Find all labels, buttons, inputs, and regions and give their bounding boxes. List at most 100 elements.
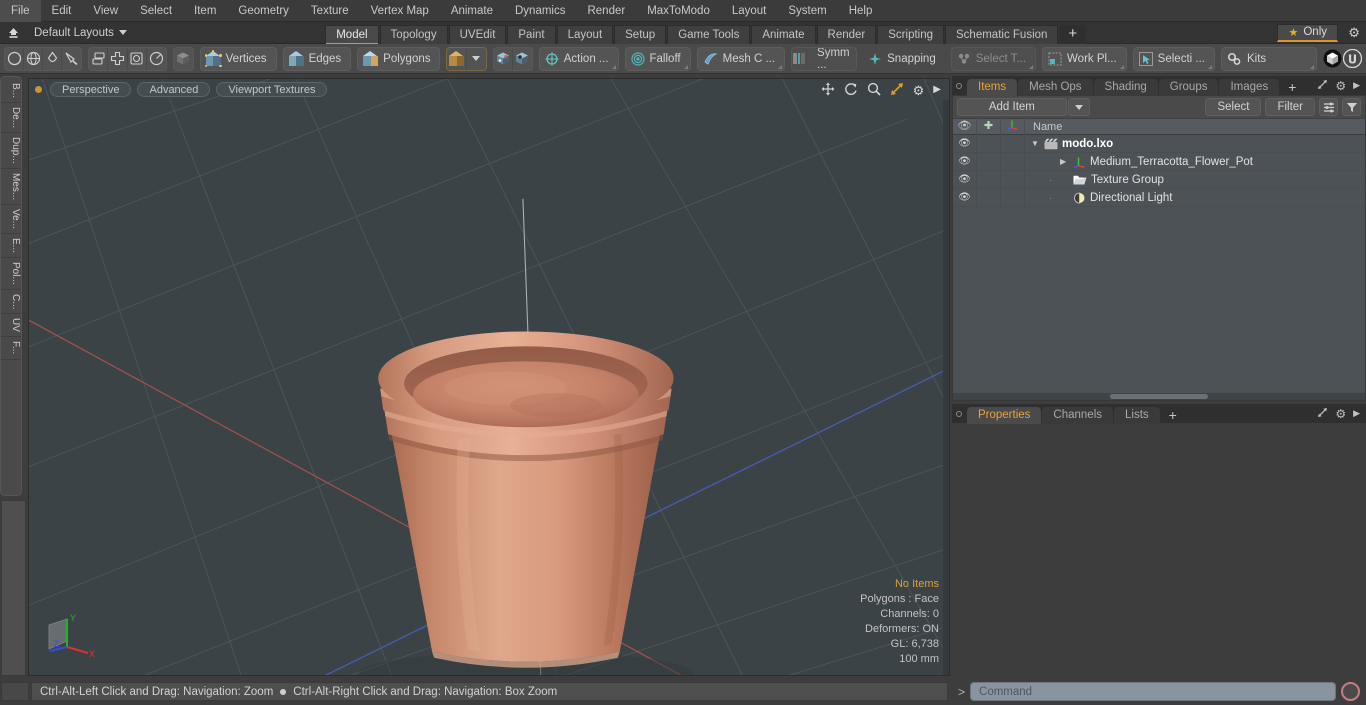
layout-tab-animate[interactable]: Animate [751, 24, 816, 45]
items-tree-hscrollbar[interactable] [953, 393, 1365, 400]
chevron-down-icon[interactable] [467, 48, 486, 70]
panel-gear-icon[interactable]: ⚙ [1335, 407, 1346, 421]
select-through-button[interactable]: Select T... [950, 46, 1037, 71]
kits-button[interactable]: Kits [1220, 46, 1317, 71]
panel-arrow-icon[interactable]: ▶ [1353, 408, 1360, 419]
funnel-icon[interactable] [1342, 98, 1361, 116]
selection-mode-vertices[interactable]: Vertices [199, 46, 277, 71]
left-tab-9[interactable]: F... [1, 337, 21, 360]
bevel-tool-icon[interactable] [108, 47, 128, 70]
axis-cube-icon-2[interactable] [513, 48, 532, 70]
tree-row[interactable]: 👁 ▼ modo.lxo [953, 135, 1365, 153]
left-tab-0[interactable]: B... [1, 79, 21, 104]
left-tab-5[interactable]: E... [1, 234, 21, 259]
left-tab-4[interactable]: Ve... [1, 205, 21, 235]
add-item-button[interactable]: Add Item [957, 98, 1067, 116]
filter-button[interactable]: Filter [1265, 98, 1315, 116]
layout-tab-uvedit[interactable]: UVEdit [448, 24, 507, 45]
panel-menu-dot[interactable] [956, 410, 962, 417]
menu-item-view[interactable]: View [82, 0, 129, 22]
default-layouts-dropdown[interactable]: Default Layouts [26, 27, 135, 39]
tab-images[interactable]: Images [1219, 79, 1280, 96]
transform-cell[interactable] [1001, 170, 1025, 189]
menu-item-maxtomodo[interactable]: MaxToModo [636, 0, 721, 22]
tab-groups[interactable]: Groups [1158, 79, 1219, 96]
lock-cell[interactable] [977, 152, 1001, 171]
menu-item-geometry[interactable]: Geometry [227, 0, 300, 22]
lock-cell[interactable] [977, 135, 1001, 153]
symmetry-label-btn[interactable]: Symm ... [807, 48, 856, 70]
menu-item-help[interactable]: Help [838, 0, 884, 22]
twisty-icon[interactable]: ▶ [1060, 157, 1069, 166]
viewport-pill-textures[interactable]: Viewport Textures [216, 82, 328, 97]
layout-tab-topology[interactable]: Topology [379, 24, 448, 45]
radial-tool-icon[interactable] [147, 48, 166, 70]
tree-row[interactable]: 👁 · Texture Group [953, 170, 1365, 189]
eye-icon[interactable]: 👁 [953, 152, 977, 171]
tab-lists[interactable]: Lists [1114, 407, 1160, 424]
knife-tool-icon[interactable] [62, 48, 81, 70]
left-tab-1[interactable]: De... [1, 103, 21, 134]
layout-tab-game-tools[interactable]: Game Tools [667, 24, 751, 45]
menu-item-animate[interactable]: Animate [440, 0, 504, 22]
viewport-arrow-icon[interactable]: ▶ [933, 85, 941, 95]
align-tool-icon[interactable] [89, 47, 109, 70]
snapping-button[interactable]: Snapping [863, 47, 945, 71]
move-viewport-icon[interactable] [821, 82, 835, 98]
add-item-dropdown[interactable] [1067, 98, 1090, 116]
twisty-icon[interactable]: ▼ [1031, 139, 1040, 148]
menu-item-system[interactable]: System [777, 0, 837, 22]
add-properties-tab-button[interactable]: + [1161, 407, 1185, 424]
list-options-icon[interactable] [1319, 98, 1338, 116]
globe-tool-icon[interactable] [24, 47, 44, 70]
lock-cell[interactable] [977, 188, 1001, 207]
layout-tab-schematic-fusion[interactable]: Schematic Fusion [945, 24, 1059, 45]
left-tab-2[interactable]: Dup... [1, 133, 21, 169]
eye-icon[interactable]: 👁 [953, 135, 977, 153]
menu-item-item[interactable]: Item [183, 0, 227, 22]
menu-item-render[interactable]: Render [576, 0, 636, 22]
panel-menu-dot[interactable] [956, 82, 962, 89]
center-tool-icon[interactable] [128, 47, 147, 70]
tab-properties[interactable]: Properties [967, 407, 1042, 424]
lock-cell[interactable] [977, 170, 1001, 189]
axis-cube-icon-1[interactable] [494, 47, 513, 70]
tree-row[interactable]: 👁 ▶ Medium_Terracotta_Flower_Pot [953, 152, 1365, 171]
modo-logo-icon[interactable] [1323, 47, 1343, 70]
transform-cell[interactable] [1001, 135, 1025, 153]
selection-mode-edges[interactable]: Edges [282, 46, 352, 71]
tab-channels[interactable]: Channels [1042, 407, 1114, 424]
add-layout-tab-button[interactable]: + [1059, 24, 1087, 45]
layout-tab-setup[interactable]: Setup [614, 24, 667, 45]
menu-item-dynamics[interactable]: Dynamics [504, 0, 576, 22]
viewport-pill-advanced[interactable]: Advanced [137, 82, 211, 97]
transform-cell[interactable] [1001, 152, 1025, 171]
record-icon[interactable] [1341, 682, 1360, 701]
tree-item-name-cell[interactable]: · Directional Light [1025, 192, 1172, 204]
menu-item-texture[interactable]: Texture [300, 0, 360, 22]
viewport-gear-icon[interactable]: ⚙ [913, 84, 925, 97]
menu-item-layout[interactable]: Layout [721, 0, 778, 22]
work-plane-button[interactable]: Work Pl... [1042, 46, 1127, 71]
home-up-icon[interactable] [0, 23, 26, 43]
viewport-scrollbar-vertical[interactable] [943, 100, 949, 675]
layout-tab-render[interactable]: Render [816, 24, 877, 45]
viewport-pill-perspective[interactable]: Perspective [50, 82, 132, 97]
panel-arrow-icon[interactable]: ▶ [1353, 80, 1360, 91]
add-items-tab-button[interactable]: + [1280, 79, 1304, 96]
mesh-constraint-button[interactable]: Mesh C ... [696, 46, 786, 71]
eye-icon[interactable]: 👁 [953, 188, 977, 207]
items-tree[interactable]: 👁 ▼ modo.lxo 👁 ▶ Medium_Terracotta_Flower_Pot… [953, 135, 1365, 400]
rotate-viewport-icon[interactable] [844, 82, 858, 98]
gear-icon[interactable]: ⚙ [1342, 25, 1366, 41]
pen-tool-icon[interactable] [43, 47, 63, 70]
menu-item-file[interactable]: File [0, 0, 41, 22]
expand-panel-icon[interactable] [1317, 79, 1328, 93]
circle-tool-icon[interactable] [5, 47, 25, 70]
action-center-button[interactable]: Action ... [538, 46, 619, 71]
layout-tab-scripting[interactable]: Scripting [877, 24, 945, 45]
tab-shading[interactable]: Shading [1093, 79, 1158, 96]
layout-tab-model[interactable]: Model [325, 24, 379, 45]
falloff-button[interactable]: Falloff [624, 46, 691, 71]
selection-sets-button[interactable]: Selecti ... [1132, 46, 1215, 71]
